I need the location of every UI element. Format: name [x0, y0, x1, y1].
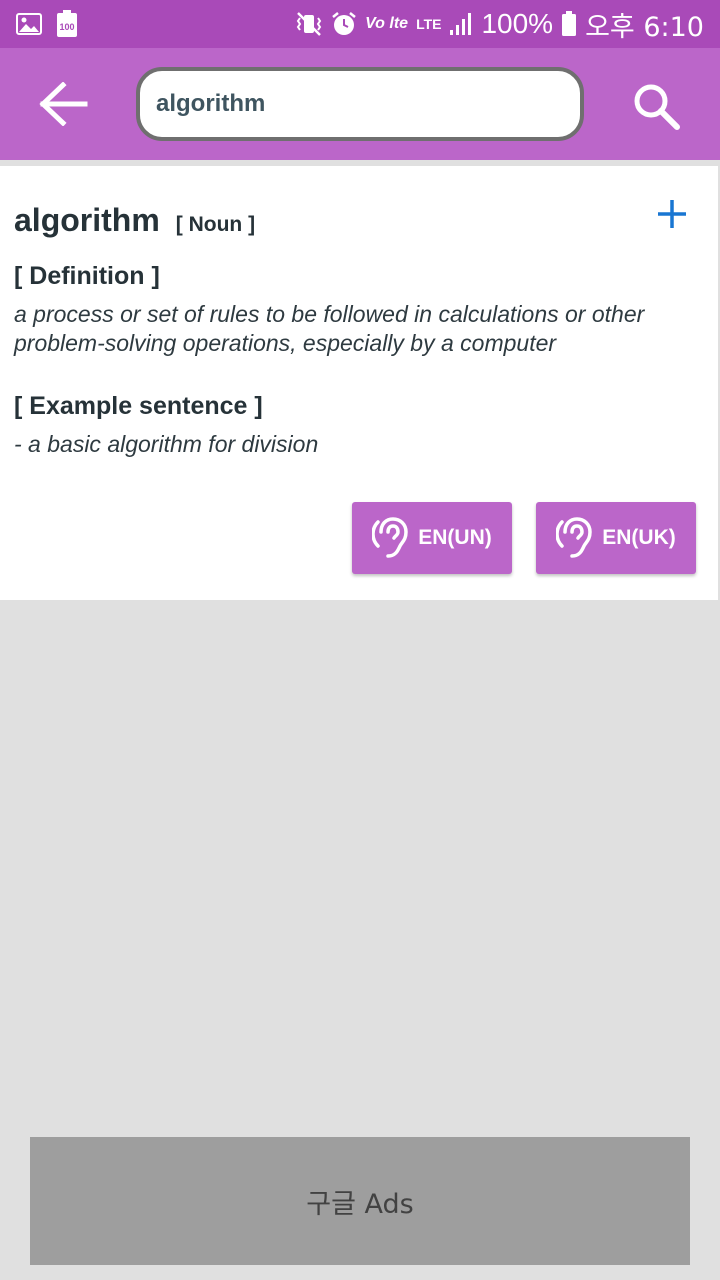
search-input[interactable]	[156, 90, 564, 118]
vibrate-mute-icon	[295, 11, 323, 37]
example-text: - a basic algorithm for division	[14, 431, 319, 457]
battery-percent: 100%	[481, 8, 554, 39]
tts-en-un-label: EN(UN)	[418, 526, 492, 549]
search-icon	[634, 84, 680, 130]
battery-100-icon: 100	[56, 10, 78, 38]
arrow-back-icon	[39, 82, 88, 126]
gallery-icon	[16, 13, 42, 35]
battery-icon	[561, 11, 577, 37]
tts-en-uk-button[interactable]: EN(UK)	[536, 502, 696, 574]
ad-label: 구글 Ads	[306, 1188, 414, 1220]
search-button[interactable]	[626, 76, 686, 136]
definition-card: algorithm [ Noun ] [ Definition ] a proc…	[0, 166, 718, 600]
definition-heading: [ Definition ]	[14, 262, 160, 290]
tts-en-uk-label: EN(UK)	[602, 526, 676, 549]
status-left: 100	[16, 10, 78, 38]
definition-text: a process or set of rules to be followed…	[14, 301, 645, 356]
app-bar	[0, 48, 720, 160]
hearing-icon	[556, 517, 593, 558]
word-header: algorithm [ Noun ]	[14, 202, 255, 239]
lte-indicator: LTE	[416, 16, 442, 32]
ad-banner[interactable]: 구글 Ads	[30, 1137, 690, 1265]
add-word-button[interactable]	[652, 194, 692, 234]
example-heading: [ Example sentence ]	[14, 392, 263, 420]
back-button[interactable]	[34, 78, 94, 130]
tts-en-un-button[interactable]: EN(UN)	[352, 502, 512, 574]
search-box[interactable]	[136, 67, 584, 141]
status-bar: 100 Vo lte LTE 100% 오후 6:10	[0, 0, 720, 48]
part-of-speech: [ Noun ]	[175, 213, 256, 236]
status-right: Vo lte LTE 100% 오후 6:10	[295, 5, 704, 44]
battery-badge-text: 100	[59, 22, 74, 32]
plus-icon	[658, 200, 686, 228]
hearing-icon	[372, 517, 409, 558]
alarm-icon	[331, 11, 357, 37]
signal-icon	[449, 12, 473, 36]
clock-time: 오후 6:10	[585, 11, 704, 43]
entry-word: algorithm	[14, 202, 160, 238]
volte-indicator: Vo lte	[365, 15, 409, 32]
